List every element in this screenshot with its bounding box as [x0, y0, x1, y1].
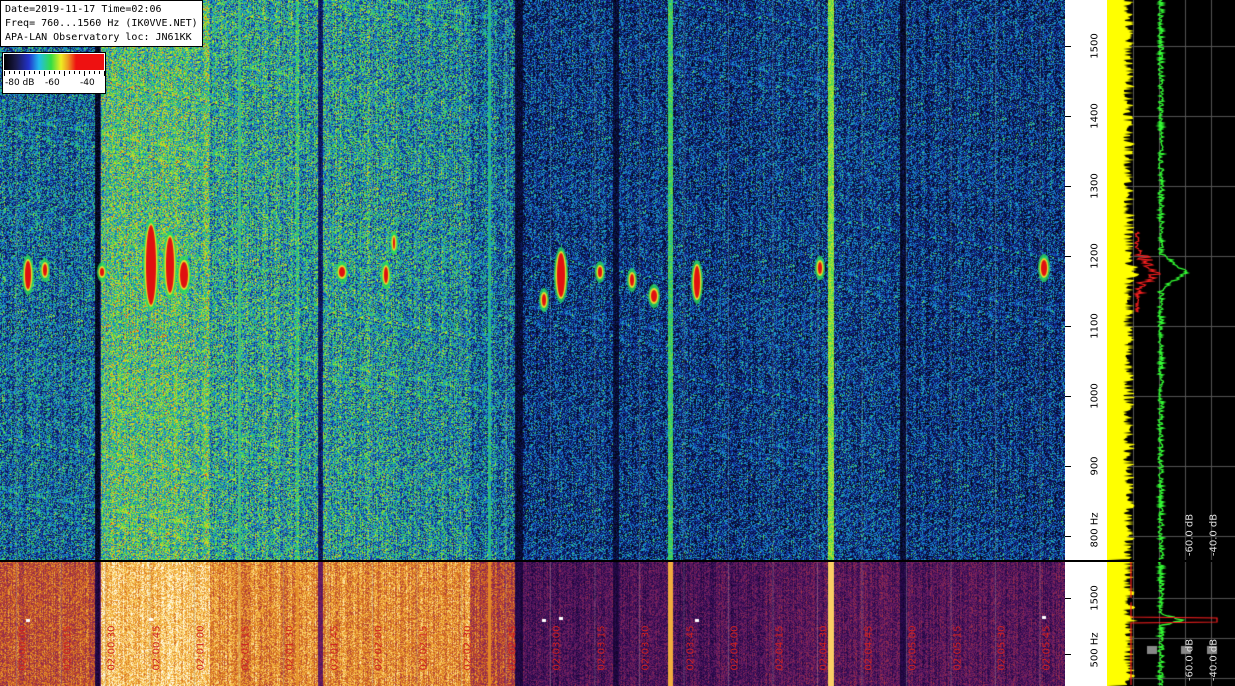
color-scale-legend: -80 dB -60 -40 — [2, 52, 106, 94]
time-label: 02:04:00 — [729, 625, 741, 671]
legend-label: -60 — [45, 78, 60, 88]
legend-tick — [104, 71, 105, 76]
spectrogram-viewer: 1500 1400 1300 1200 1100 1000 900 800 Hz… — [0, 0, 1235, 686]
color-scale-ticks — [4, 71, 105, 76]
legend-tick — [74, 71, 75, 74]
legend-tick — [4, 71, 5, 76]
freq-tick — [1065, 326, 1071, 327]
legend-tick — [34, 71, 35, 74]
freq-tick — [1065, 116, 1071, 117]
legend-label: -80 dB — [5, 78, 35, 88]
db-label: -60.0 dB — [1184, 513, 1196, 557]
db-label: -60.0 dB — [1184, 638, 1196, 682]
freq-tick — [1065, 46, 1071, 47]
freq-label: 1500 — [1089, 585, 1101, 611]
time-label: 02:02:15 — [418, 625, 429, 671]
frequency-axis-wideband: 1500 500 Hz — [1065, 562, 1107, 686]
time-label: 02:00:30 — [106, 625, 118, 671]
time-label: 02:05:45 — [1041, 625, 1052, 671]
date-time-line: Date=2019-11-17 Time=02:06 — [5, 4, 162, 15]
time-label: 02:04:15 — [774, 625, 785, 671]
time-label: 02:02:45 — [507, 625, 518, 671]
time-label: 02:03:00 — [551, 625, 563, 671]
freq-tick — [1065, 256, 1071, 257]
waterfall-main — [0, 0, 1065, 560]
time-label: 02:04:30 — [818, 625, 830, 671]
freq-tick — [1065, 466, 1071, 467]
legend-tick — [79, 71, 80, 74]
time-label: 02:00:45 — [151, 625, 162, 671]
legend-tick — [39, 71, 40, 74]
legend-tick — [19, 71, 20, 74]
time-label: 02:05:30 — [996, 625, 1008, 671]
legend-tick — [69, 71, 70, 74]
time-label: 02:03:45 — [685, 625, 696, 671]
legend-tick — [14, 71, 15, 74]
freq-label: 1000 — [1089, 383, 1101, 409]
freq-label: 900 — [1089, 456, 1101, 476]
freq-label: 1400 — [1089, 103, 1101, 129]
time-label: 02:00:00 — [17, 625, 29, 671]
legend-tick — [94, 71, 95, 74]
frequency-axis-main: 1500 1400 1300 1200 1100 1000 900 800 Hz — [1065, 0, 1107, 560]
legend-tick — [99, 71, 100, 74]
time-label: 02:04:45 — [863, 625, 874, 671]
time-label: 02:01:45 — [329, 625, 340, 671]
time-label: 02:03:15 — [596, 625, 607, 671]
legend-tick — [24, 71, 25, 76]
legend-tick — [9, 71, 10, 74]
freq-label: 500 Hz — [1089, 632, 1101, 668]
freq-tick — [1065, 598, 1071, 599]
time-label: 02:05:00 — [907, 625, 919, 671]
time-label: 02:05:15 — [952, 625, 963, 671]
frequency-range-line: Freq= 760...1560 Hz (IK0VVE.NET) — [5, 18, 198, 29]
legend-tick — [44, 71, 45, 76]
time-label: 02:02:30 — [462, 625, 474, 671]
color-scale-bar — [4, 54, 104, 70]
legend-tick — [64, 71, 65, 76]
time-label: 02:00:15 — [62, 625, 73, 671]
freq-tick — [1065, 396, 1071, 397]
time-label: 02:01:15 — [240, 625, 251, 671]
time-label: 02:01:00 — [195, 625, 207, 671]
freq-tick — [1065, 654, 1071, 655]
freq-label: 1200 — [1089, 243, 1101, 269]
freq-label: 1300 — [1089, 173, 1101, 199]
legend-tick — [59, 71, 60, 74]
legend-tick — [54, 71, 55, 74]
freq-label: 800 Hz — [1089, 512, 1101, 548]
legend-tick — [29, 71, 30, 74]
freq-tick — [1065, 536, 1071, 537]
time-label: 02:03:30 — [640, 625, 652, 671]
spectrum-panel-main — [1107, 0, 1235, 560]
db-label: -40.0 dB — [1208, 638, 1220, 682]
legend-tick — [89, 71, 90, 74]
time-label: 02:02:00 — [373, 625, 385, 671]
legend-label: -40 — [80, 78, 95, 88]
freq-label: 1500 — [1089, 33, 1101, 59]
legend-tick — [84, 71, 85, 76]
freq-tick — [1065, 186, 1071, 187]
legend-tick — [49, 71, 50, 74]
time-label: 02:01:30 — [284, 625, 296, 671]
freq-label: 1100 — [1089, 313, 1101, 339]
observatory-line: APA-LAN Observatory loc: JN61KK — [5, 32, 192, 43]
info-box: Date=2019-11-17 Time=02:06 Freq= 760...1… — [0, 0, 203, 47]
db-label: -40.0 dB — [1208, 513, 1220, 557]
